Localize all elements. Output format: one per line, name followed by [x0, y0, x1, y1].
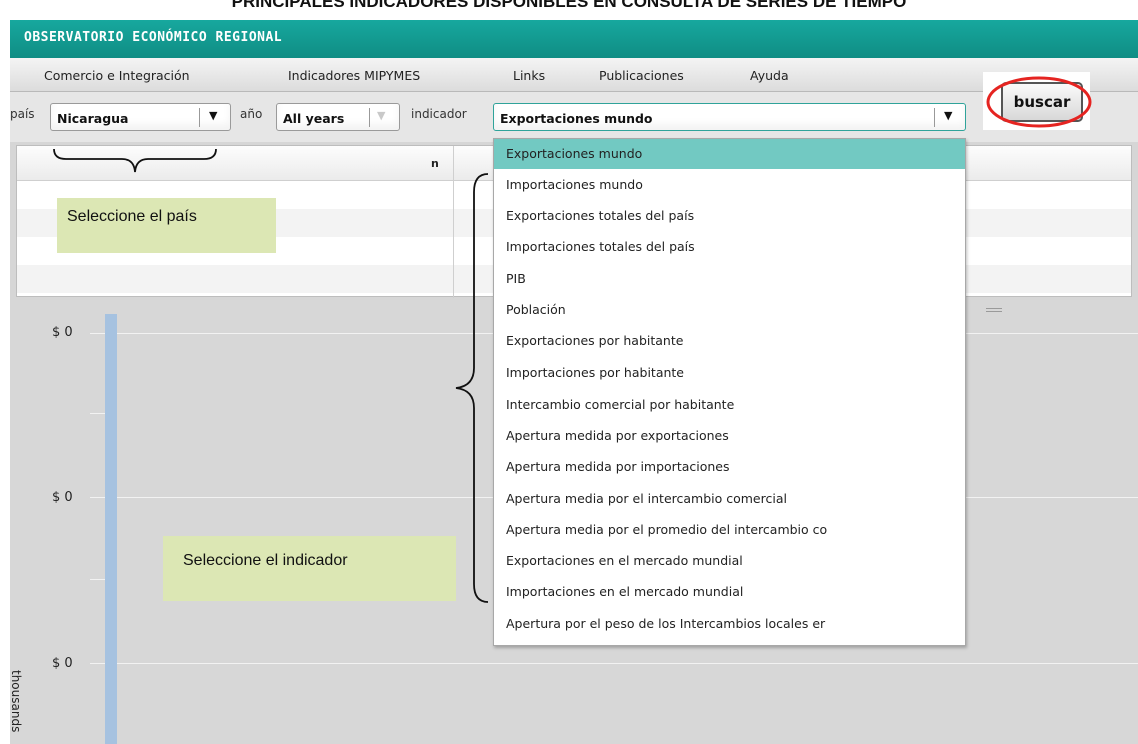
- dropdown-option[interactable]: Apertura por el peso de los Intercambios…: [494, 609, 965, 639]
- country-callout: Seleccione el país: [57, 198, 276, 253]
- highlight-ellipse: [986, 76, 1092, 128]
- menu-item-mipymes[interactable]: Indicadores MIPYMES: [288, 68, 420, 83]
- year-select[interactable]: All years ▼: [276, 103, 400, 131]
- indicator-select-divider: [934, 108, 935, 127]
- dropdown-option[interactable]: Exportaciones mundo: [494, 139, 965, 169]
- chevron-down-icon[interactable]: ▼: [209, 109, 217, 122]
- menu-item-ayuda[interactable]: Ayuda: [750, 68, 789, 83]
- indicator-callout-text: Seleccione el indicador: [183, 552, 348, 569]
- app-title: OBSERVATORIO ECONÓMICO REGIONAL: [24, 30, 283, 45]
- year-select-divider: [369, 108, 370, 127]
- dropdown-option[interactable]: Apertura medida por importaciones: [494, 452, 965, 482]
- dropdown-option[interactable]: Importaciones en el mercado mundial: [494, 577, 965, 607]
- filter-toolbar: país Nicaragua ▼ año All years ▼ indicad…: [10, 92, 1138, 142]
- document-heading: PRINCIPALES INDICADORES DISPONIBLES EN C…: [231, 0, 907, 11]
- indicator-callout: Seleccione el indicador: [163, 536, 456, 601]
- y-tick-label: $ 0: [52, 490, 73, 505]
- resize-grip-icon[interactable]: [986, 308, 1002, 312]
- country-select-divider: [199, 108, 200, 127]
- dropdown-option[interactable]: Apertura medida por exportaciones: [494, 421, 965, 451]
- menu-bar: Comercio e Integración Indicadores MIPYM…: [10, 58, 1138, 92]
- country-select-value: Nicaragua: [57, 111, 129, 126]
- indicator-brace: [455, 173, 489, 603]
- app-header: OBSERVATORIO ECONÓMICO REGIONAL: [10, 20, 1138, 58]
- country-callout-text: Seleccione el país: [67, 208, 197, 225]
- indicator-label: indicador: [411, 107, 467, 121]
- dropdown-option[interactable]: Exportaciones totales del país: [494, 201, 965, 231]
- dropdown-option[interactable]: Población: [494, 295, 965, 325]
- chevron-down-icon[interactable]: ▼: [944, 109, 952, 122]
- indicator-select[interactable]: Exportaciones mundo ▼: [493, 103, 966, 131]
- year-label: año: [240, 107, 263, 121]
- year-select-value: All years: [283, 111, 345, 126]
- y-tick-label: $ 0: [52, 325, 73, 340]
- indicator-dropdown: Exportaciones mundo Importaciones mundo …: [493, 138, 966, 646]
- dropdown-option[interactable]: Apertura media por el promedio del inter…: [494, 515, 965, 545]
- dropdown-option[interactable]: Exportaciones en el mercado mundial: [494, 546, 965, 576]
- country-select[interactable]: Nicaragua ▼: [50, 103, 231, 131]
- dropdown-option[interactable]: Exportaciones por habitante: [494, 326, 965, 356]
- chevron-down-icon: ▼: [377, 109, 386, 122]
- menu-item-publicaciones[interactable]: Publicaciones: [599, 68, 684, 83]
- y-tick-label: $ 0: [52, 656, 73, 671]
- gridline: [90, 663, 1138, 664]
- menu-item-links[interactable]: Links: [513, 68, 545, 83]
- column-header-n[interactable]: n: [431, 157, 439, 170]
- y-axis-label: thousands: [10, 670, 23, 733]
- indicator-select-value: Exportaciones mundo: [500, 111, 653, 126]
- dropdown-option[interactable]: Importaciones mundo: [494, 170, 965, 200]
- country-brace: [53, 148, 217, 173]
- dropdown-option[interactable]: Importaciones totales del país: [494, 232, 965, 262]
- dropdown-option[interactable]: Importaciones por habitante: [494, 358, 965, 388]
- dropdown-option[interactable]: PIB: [494, 264, 965, 294]
- menu-item-comercio[interactable]: Comercio e Integración: [44, 68, 190, 83]
- dropdown-option[interactable]: Intercambio comercial por habitante: [494, 390, 965, 420]
- country-label: país: [10, 107, 35, 121]
- chart-bar: [105, 314, 117, 744]
- dropdown-option[interactable]: Apertura media por el intercambio comerc…: [494, 484, 965, 514]
